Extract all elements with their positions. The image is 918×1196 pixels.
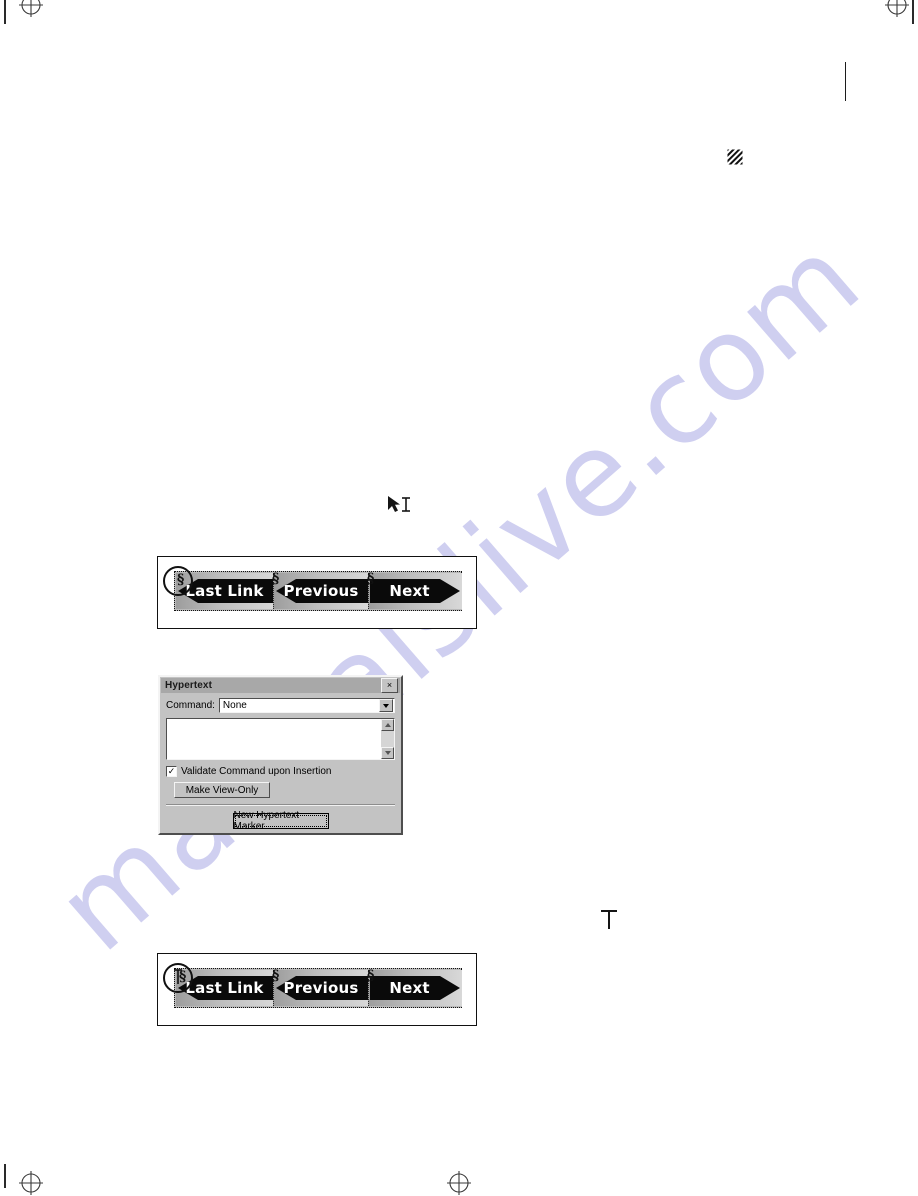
section-mark-2: § xyxy=(272,571,280,587)
make-view-only-button[interactable]: Make View-Only xyxy=(174,782,270,798)
validate-command-label: Validate Command upon Insertion xyxy=(181,766,332,777)
text-ibeam-cursor xyxy=(598,908,620,932)
nav-button-label: Previous xyxy=(283,582,359,600)
callout-circle-marker xyxy=(163,566,193,596)
registration-crosshair-icon xyxy=(18,0,44,18)
command-textarea-value[interactable] xyxy=(167,719,381,759)
edge-tick-top-left xyxy=(4,0,6,24)
scroll-up-arrow-icon[interactable] xyxy=(381,719,394,731)
chevron-down-icon[interactable] xyxy=(379,699,393,712)
diagonal-hatch-square-icon xyxy=(727,149,744,166)
vertical-margin-rule xyxy=(845,62,846,101)
dialog-footer: New Hypertext Marker xyxy=(166,810,395,834)
nav-button-label: Previous xyxy=(283,979,359,997)
validate-command-checkbox[interactable]: ✓ xyxy=(166,766,177,777)
dialog-title: Hypertext xyxy=(165,680,213,691)
textarea-scrollbar[interactable] xyxy=(381,719,394,759)
nav-cell-next[interactable]: Next xyxy=(369,970,462,1006)
nav-button-previous[interactable]: Previous xyxy=(274,975,368,1001)
nav-button-label: Last Link xyxy=(185,582,264,600)
registration-crosshair-icon xyxy=(446,1170,472,1196)
command-combobox[interactable]: None xyxy=(218,698,395,713)
scroll-down-arrow-icon[interactable] xyxy=(381,747,394,759)
figure-navigation-bar-unselected: Last Link Previous Next § § § xyxy=(157,556,477,629)
arrow-with-ibeam-cursor xyxy=(386,494,414,518)
close-icon[interactable]: × xyxy=(381,678,398,693)
nav-cell-previous[interactable]: Previous xyxy=(274,970,369,1006)
nav-cell-previous[interactable]: Previous xyxy=(274,573,369,609)
callout-circle-marker xyxy=(163,963,193,993)
nav-button-next[interactable]: Next xyxy=(369,975,462,1001)
navigation-bar[interactable]: Last Link Previous Next xyxy=(174,968,462,1008)
command-value: None xyxy=(222,700,247,711)
section-mark-3: § xyxy=(367,968,375,984)
command-label: Command: xyxy=(166,700,215,711)
nav-cell-next[interactable]: Next xyxy=(369,573,462,609)
edge-tick-top-right xyxy=(912,0,914,24)
figure-navigation-bar-text-insertion: Last Link Previous Next § § § xyxy=(157,953,477,1026)
navigation-bar[interactable]: Last Link Previous Next xyxy=(174,571,462,611)
edge-tick-bottom-left xyxy=(4,1164,6,1188)
nav-button-previous[interactable]: Previous xyxy=(274,578,368,604)
command-field-row: Command: None xyxy=(166,698,395,713)
section-mark-2: § xyxy=(272,968,280,984)
nav-button-label: Next xyxy=(389,582,430,600)
registration-crosshair-icon xyxy=(18,1170,44,1196)
hypertext-dialog[interactable]: Hypertext × Command: None ✓ Validate Com… xyxy=(158,675,403,835)
new-hypertext-marker-button[interactable]: New Hypertext Marker xyxy=(232,810,329,832)
command-textarea[interactable] xyxy=(166,718,395,760)
nav-button-next[interactable]: Next xyxy=(369,578,462,604)
dialog-titlebar[interactable]: Hypertext × xyxy=(161,678,400,693)
nav-button-label: Next xyxy=(389,979,430,997)
nav-button-label: Last Link xyxy=(185,979,264,997)
dialog-body: Command: None ✓ Validate Command upon In… xyxy=(160,694,401,834)
dialog-separator xyxy=(166,804,395,806)
registration-crosshair-icon xyxy=(884,0,910,18)
section-mark-3: § xyxy=(367,571,375,587)
validate-command-row[interactable]: ✓ Validate Command upon Insertion xyxy=(166,766,395,777)
